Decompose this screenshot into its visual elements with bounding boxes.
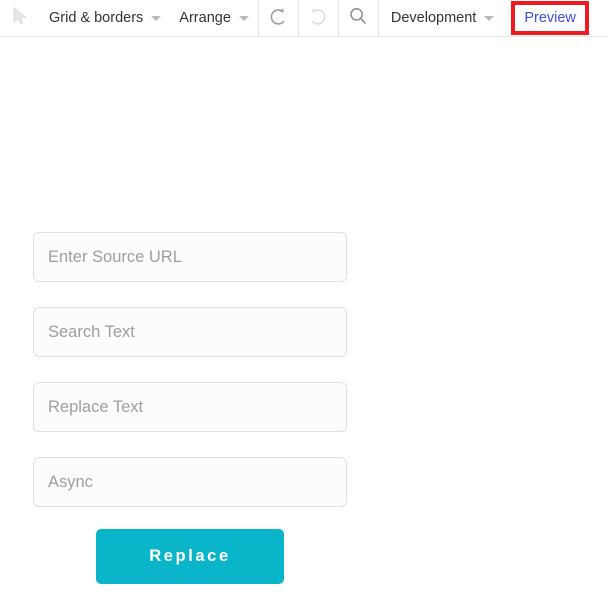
main-toolbar: Grid & borders Arrange [0, 0, 608, 37]
undo-arrow-icon [268, 6, 288, 31]
menu-development-label: Development [391, 11, 476, 26]
replace-text-input[interactable] [33, 382, 347, 432]
chevron-down-icon [239, 16, 249, 21]
menu-arrange[interactable]: Arrange [170, 0, 258, 36]
magnifier-icon [348, 6, 368, 31]
async-input[interactable] [33, 457, 347, 507]
undo-button[interactable] [259, 0, 298, 36]
menu-arrange-label: Arrange [179, 11, 231, 26]
chevron-down-icon [151, 16, 161, 21]
replace-form: Replace [33, 232, 347, 584]
menu-grid-and-borders-label: Grid & borders [49, 11, 143, 26]
redo-arrow-icon [308, 6, 328, 31]
menu-development[interactable]: Development [379, 0, 503, 36]
replace-button[interactable]: Replace [96, 529, 284, 584]
submit-row: Replace [33, 529, 347, 584]
menu-grid-and-borders[interactable]: Grid & borders [40, 0, 170, 36]
redo-button[interactable] [299, 0, 338, 36]
cursor-arrow-icon [12, 6, 29, 30]
search-text-input[interactable] [33, 307, 347, 357]
search-button[interactable] [339, 0, 378, 36]
preview-button[interactable]: Preview [511, 1, 589, 35]
preview-highlight-region: Preview [503, 0, 589, 36]
chevron-down-icon [484, 16, 494, 21]
pointer-tool-button[interactable] [0, 0, 40, 36]
source-url-input[interactable] [33, 232, 347, 282]
preview-button-label: Preview [524, 11, 576, 26]
